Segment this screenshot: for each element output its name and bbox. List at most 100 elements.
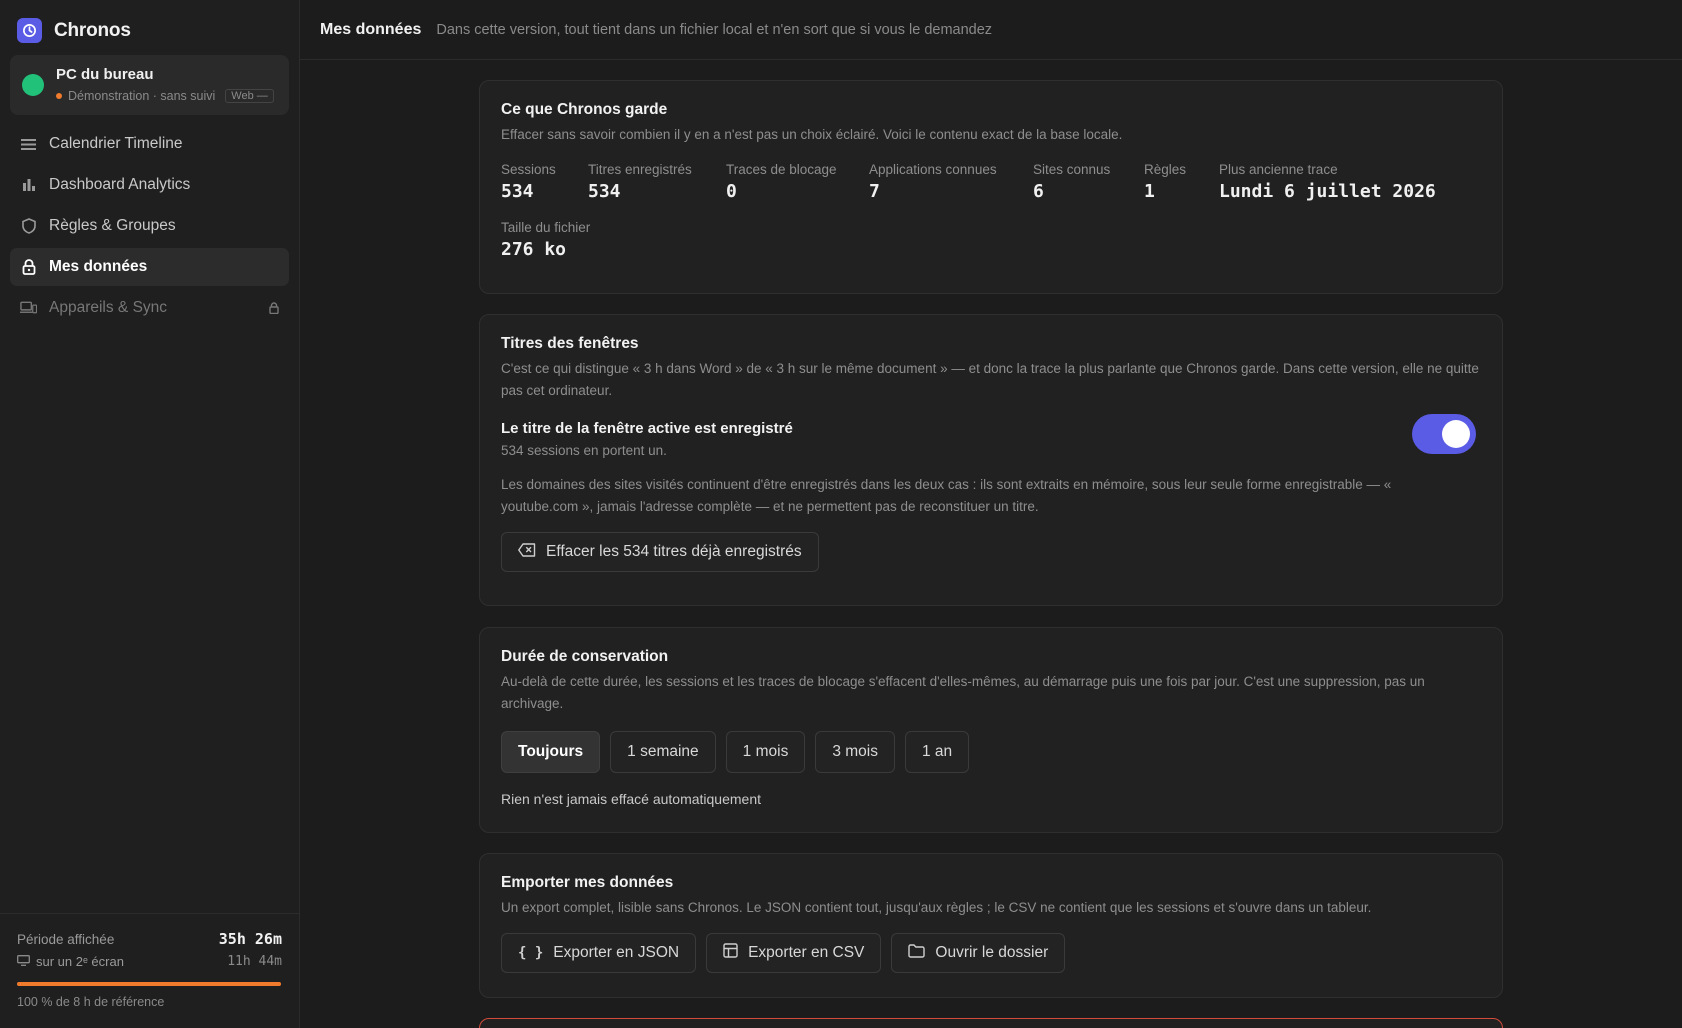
sidebar-item-rules-groups[interactable]: Règles & Groupes <box>10 207 289 245</box>
card-title: Titres des fenêtres <box>501 335 639 352</box>
option-label: Toujours <box>518 743 584 760</box>
usage-summary: Période affichée 35h 26m sur un 2ᵉ écran… <box>0 913 300 1028</box>
device-status-text: Démonstration · sans suivi <box>68 89 216 103</box>
period-value: 35h 26m <box>218 930 282 948</box>
stat-value: 0 <box>726 181 737 202</box>
option-label: 1 semaine <box>627 743 699 760</box>
period-row: Période affichée 35h 26m <box>17 930 282 948</box>
sidebar-item-label: Règles & Groupes <box>49 217 176 234</box>
stat-label: Taille du fichier <box>501 220 591 235</box>
reference-note: 100 % de 8 h de référence <box>17 995 165 1009</box>
stat-sites: Sites connus 6 <box>1033 162 1144 202</box>
retention-option-1-month[interactable]: 1 mois <box>725 731 806 773</box>
stats-row: Sessions 534 Titres enregistrés 534 Trac… <box>501 162 1481 202</box>
status-dot-icon <box>56 93 62 99</box>
app-name: Chronos <box>54 19 131 41</box>
retention-status: Rien n'est jamais effacé automatiquement <box>501 791 762 807</box>
option-label: 3 mois <box>832 743 878 760</box>
lock-icon <box>20 259 37 276</box>
page-title: Mes données <box>320 20 422 38</box>
bar-chart-icon <box>20 177 37 194</box>
sidebar-nav: Calendrier Timeline Dashboard Analytics … <box>10 125 289 330</box>
stat-value: 7 <box>869 181 880 202</box>
stat-apps: Applications connues 7 <box>869 162 1033 202</box>
page-subtitle: Dans cette version, tout tient dans un f… <box>436 21 993 38</box>
stat-label: Applications connues <box>869 162 997 177</box>
stat-label: Sites connus <box>1033 162 1111 177</box>
stat-block-traces: Traces de blocage 0 <box>726 162 869 202</box>
retention-option-1-week[interactable]: 1 semaine <box>610 731 716 773</box>
stat-value: 276 ko <box>501 239 567 260</box>
danger-zone-card <box>479 1018 1503 1028</box>
stat-sessions: Sessions 534 <box>501 162 588 202</box>
sidebar-item-label: Dashboard Analytics <box>49 176 191 193</box>
stat-value: 534 <box>588 181 621 202</box>
setting-subtitle: 534 sessions en portent un. <box>501 443 667 458</box>
card-description: C'est ce qui distingue « 3 h dans Word »… <box>501 361 1479 398</box>
devices-icon <box>20 300 37 317</box>
second-screen-value: 11h 44m <box>227 954 282 969</box>
card-description: Au-delà de cette durée, les sessions et … <box>501 674 1425 711</box>
sidebar-item-label: Appareils & Sync <box>49 299 168 316</box>
retention-option-1-year[interactable]: 1 an <box>904 731 970 773</box>
stat-value: Lundi 6 juillet 2026 <box>1219 181 1436 202</box>
sidebar-item-calendar-timeline[interactable]: Calendrier Timeline <box>10 125 289 163</box>
export-card: Emporter mes données Un export complet, … <box>479 853 1503 998</box>
option-label: 1 mois <box>742 743 789 760</box>
folder-icon <box>908 943 926 963</box>
toggle-knob <box>1442 420 1470 448</box>
card-title: Emporter mes données <box>501 874 674 891</box>
clock-icon <box>17 18 42 43</box>
retention-card: Durée de conservation Au-delà de cette d… <box>479 627 1503 833</box>
record-titles-setting: Le titre de la fenêtre active est enregi… <box>501 414 1481 458</box>
monitor-icon <box>17 954 30 969</box>
export-csv-button[interactable]: Exporter en CSV <box>706 933 882 973</box>
sidebar-item-label: Mes données <box>49 258 148 275</box>
record-titles-toggle[interactable] <box>1412 414 1476 454</box>
device-status: Démonstration · sans suivi Web — <box>56 89 274 103</box>
sidebar: Chronos PC du bureau Démonstration · san… <box>0 0 300 1028</box>
erase-titles-button[interactable]: Effacer les 534 titres déjà enregistrés <box>501 532 819 572</box>
domains-note: Les domaines des sites visités continuen… <box>501 477 1392 514</box>
card-description: Effacer sans savoir combien il y en a n'… <box>501 127 1123 142</box>
button-label: Ouvrir le dossier <box>935 944 1049 961</box>
stored-data-card: Ce que Chronos garde Effacer sans savoir… <box>479 80 1503 294</box>
stat-label: Plus ancienne trace <box>1219 162 1338 177</box>
retention-option-3-months[interactable]: 3 mois <box>815 731 895 773</box>
stat-value: 1 <box>1144 181 1155 202</box>
device-name: PC du bureau <box>56 66 154 83</box>
stat-oldest-trace: Plus ancienne trace Lundi 6 juillet 2026 <box>1219 162 1436 202</box>
timeline-icon <box>20 136 37 153</box>
option-label: 1 an <box>921 743 953 760</box>
card-description: Un export complet, lisible sans Chronos.… <box>501 900 1372 915</box>
export-actions: { } Exporter en JSON Exporter en CSV Ouv… <box>501 933 1481 973</box>
erase-icon <box>518 542 536 562</box>
stat-label: Sessions <box>501 162 556 177</box>
table-icon <box>723 943 738 963</box>
sidebar-item-devices-sync[interactable]: Appareils & Sync <box>10 289 289 327</box>
sidebar-item-dashboard-analytics[interactable]: Dashboard Analytics <box>10 166 289 204</box>
device-status-dot <box>22 74 44 96</box>
sidebar-item-my-data[interactable]: Mes données <box>10 248 289 286</box>
stat-value: 6 <box>1033 181 1044 202</box>
braces-icon: { } <box>518 945 544 961</box>
button-label: Effacer les 534 titres déjà enregistrés <box>546 543 802 560</box>
platform-badge: Web — <box>225 89 274 103</box>
export-json-button[interactable]: { } Exporter en JSON <box>501 933 697 973</box>
device-selector[interactable]: PC du bureau Démonstration · sans suivi … <box>10 55 289 115</box>
second-screen-row: sur un 2ᵉ écran 11h 44m <box>17 954 282 969</box>
stat-label: Titres enregistrés <box>588 162 692 177</box>
stat-file-size: Taille du fichier 276 ko <box>501 220 1481 260</box>
reference-progress-fill <box>17 982 281 986</box>
button-label: Exporter en JSON <box>553 944 680 961</box>
second-screen-label: sur un 2ᵉ écran <box>36 954 124 969</box>
open-folder-button[interactable]: Ouvrir le dossier <box>891 933 1066 973</box>
retention-options: Toujours 1 semaine 1 mois 3 mois 1 an <box>501 731 1481 773</box>
retention-option-always[interactable]: Toujours <box>501 731 601 773</box>
brand[interactable]: Chronos <box>17 18 131 43</box>
sidebar-item-label: Calendrier Timeline <box>49 135 183 152</box>
stat-rules: Règles 1 <box>1144 162 1219 202</box>
stat-label: Règles <box>1144 162 1187 177</box>
stat-label: Traces de blocage <box>726 162 837 177</box>
card-title: Ce que Chronos garde <box>501 101 668 118</box>
